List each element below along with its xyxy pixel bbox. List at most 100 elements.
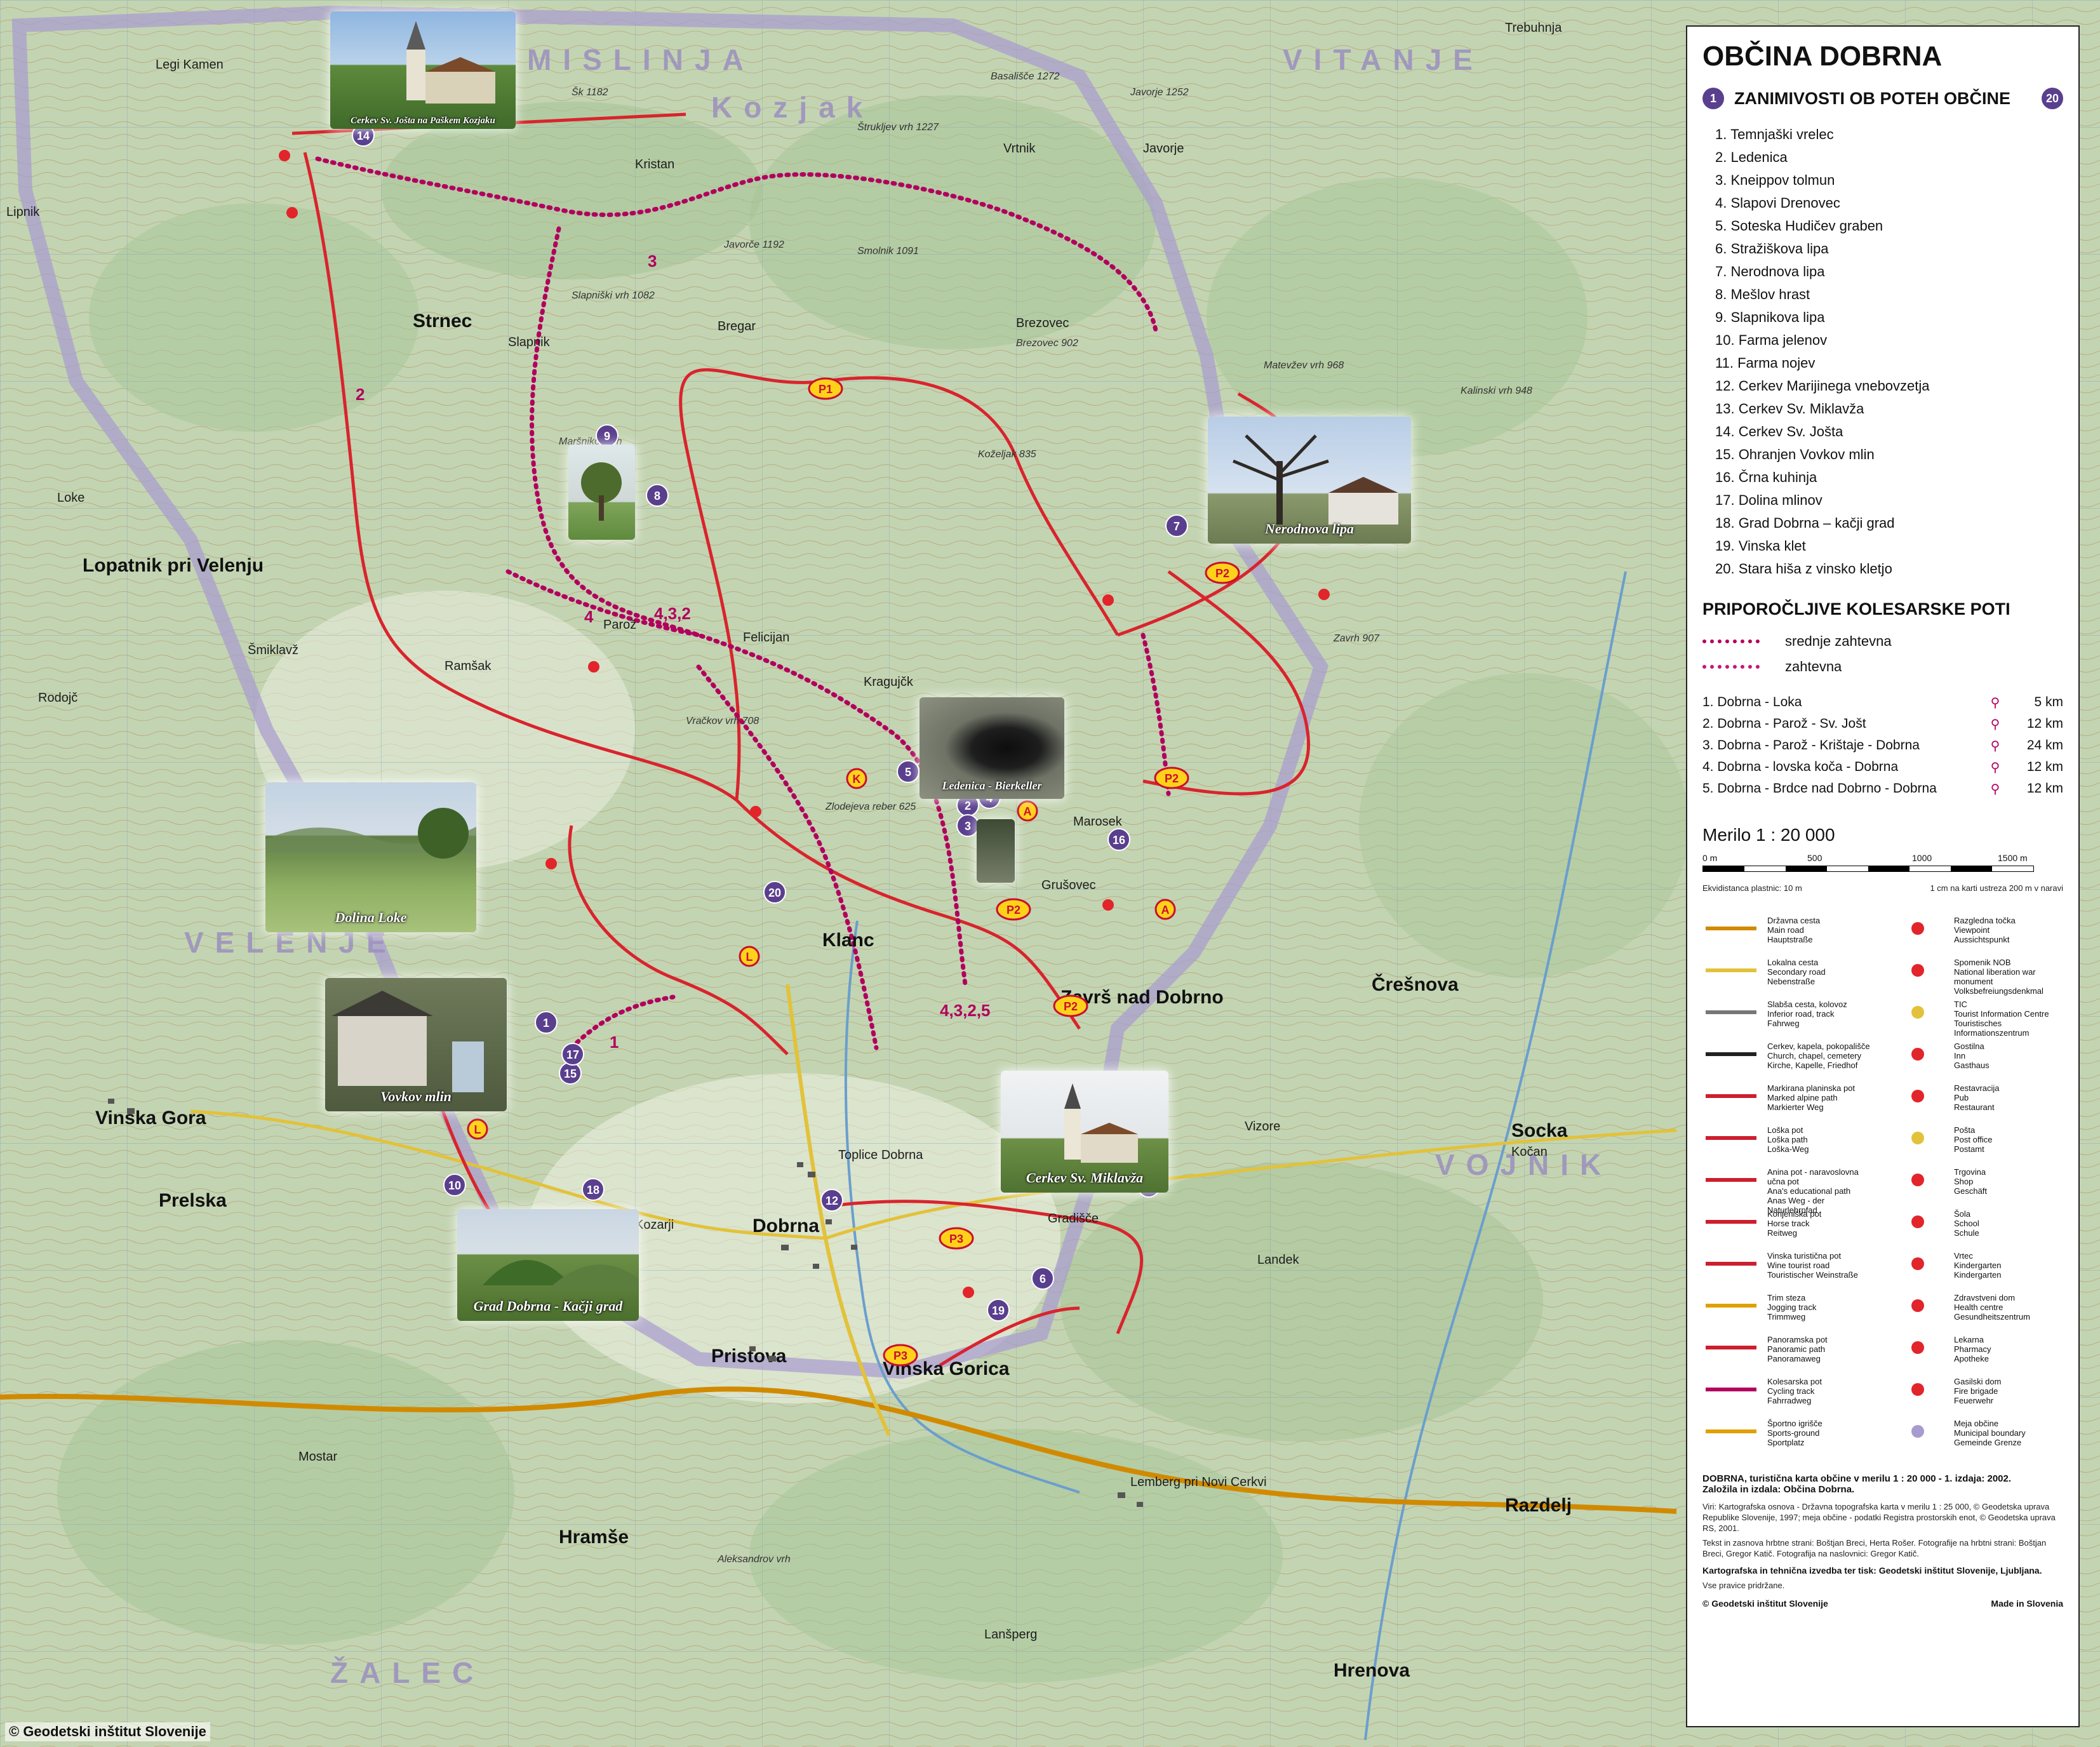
region-label: Kozjak [711,91,874,124]
region-label: ŽALEC [330,1656,485,1689]
place-label: Felicijan [743,631,789,645]
trail-marker-label: K [853,773,861,786]
photo-cerkev-sv-josta[interactable]: Cerkev Sv. Jošta na Paškem Kozjaku [330,11,516,129]
place-label: Kragujčk [864,675,914,689]
footer-rights: Vse pravice pridržane. [1702,1581,1785,1590]
poi-number: 19 [992,1304,1005,1317]
trail-marker-label: P1 [819,383,833,396]
legend-symbol-icon [1702,1041,1760,1067]
place-label: Bregar [718,319,756,333]
photo-dolina-loke[interactable]: Dolina Loke [265,782,476,932]
peak-label: Zavrh 907 [1333,633,1380,644]
peak-label: Zlodejeva reber 625 [825,801,916,812]
viewpoint-icon [588,661,599,673]
region-label: VITANJE [1283,43,1484,76]
place-label: Trebuhnja [1505,21,1562,35]
photo-grad-dobrna[interactable]: Grad Dobrna - Kačji grad [457,1209,639,1321]
photo-cerkev-sv-miklavza[interactable]: Cerkev Sv. Miklavža [1001,1071,1168,1193]
poi-marker-16[interactable]: 16 [1107,828,1130,851]
poi-marker-17[interactable]: 17 [561,1043,584,1066]
trail-marker-k[interactable]: K [846,768,867,789]
poi-marker-5[interactable]: 5 [897,760,920,783]
photo-meslov-hrast[interactable] [568,445,635,540]
legend-symbol-label: Slabša cesta, kolovoz Inferior road, tra… [1767,1000,1847,1028]
place-label: Kočan [1511,1145,1548,1159]
poi-number: 10 [448,1179,461,1192]
poi-marker-8[interactable]: 8 [646,484,669,507]
photo-nerodnova-lipa[interactable]: Nerodnova lipa [1208,417,1411,544]
photo-caption: Vovkov mlin [380,1088,451,1104]
trail-marker-a[interactable]: A [1017,800,1038,822]
poi-marker-15[interactable]: 15 [559,1062,582,1085]
trail-marker-p2[interactable]: P2 [1053,994,1088,1017]
legend-symbol-label: Anina pot - naravoslovna učna pot Ana's … [1767,1167,1859,1215]
place-label: Marosek [1073,815,1123,829]
place-label: Vinska Gora [95,1108,206,1128]
trail-marker-a[interactable]: A [1154,899,1176,920]
legend-symbol-row: Cerkev, kapela, pokopališče Church, chap… [1702,1041,1876,1083]
legend-symbol-icon [1702,1335,1760,1360]
legend-symbol-row: Vinska turistična pot Wine tourist road … [1702,1251,1876,1293]
poi-item: 16. Črna kuhinja [1715,469,1817,485]
footer-sources: Viri: Kartografska osnova - Državna topo… [1702,1502,2056,1533]
legend-symbol-icon [1889,958,1946,983]
legend-symbol-row: Gasilski dom Fire brigade Feuerwehr [1889,1377,2063,1419]
legend-symbol-label: Restavracija Pub Restaurant [1954,1083,2000,1112]
poi-marker-7[interactable]: 7 [1165,514,1188,537]
poi-marker-1[interactable]: 1 [535,1011,558,1034]
poi-marker-9[interactable]: 9 [596,424,619,447]
poi-marker-18[interactable]: 18 [582,1178,605,1201]
legend-footer: DOBRNA, turistična karta občine v merilu… [1702,1473,2063,1609]
legend-symbol-row: Anina pot - naravoslovna učna pot Ana's … [1702,1167,1876,1215]
legend-symbol-row: Slabša cesta, kolovoz Inferior road, tra… [1702,1000,1876,1041]
footer-bottom: © Geodetski inštitut Slovenije Made in S… [1702,1598,2063,1609]
legend-symbol-icon [1889,1125,1946,1151]
trail-marker-p3[interactable]: P3 [883,1344,918,1367]
route-length: 12 km [2026,781,2063,796]
scale-bar-graphic [1702,866,2034,872]
trail-marker-p2[interactable]: P2 [1154,766,1189,789]
trail-marker-p1[interactable]: P1 [808,377,843,400]
region-label: MISLINJA [527,43,755,76]
route-name: 5. Dobrna - Brdce nad Dobrno - Dobrna [1702,781,1937,796]
trail-marker-l[interactable]: L [467,1118,488,1140]
legend-symbol-row: Vrtec Kindergarten Kindergarten [1889,1251,2063,1293]
trail-marker-l[interactable]: L [739,946,760,967]
poi-item: 17. Dolina mlinov [1715,492,1822,508]
poi-marker-12[interactable]: 12 [820,1189,843,1212]
poi-marker-6[interactable]: 6 [1031,1267,1054,1290]
legend-symbol-row: TIC Tourist Information Centre Touristis… [1889,1000,2063,1041]
poi-item: 8. Mešlov hrast [1715,286,1810,302]
place-label: Vrtnik [1003,142,1036,156]
photo-ledenica[interactable]: Ledenica - Bierkeller [920,697,1064,799]
legend-symbol-icon [1889,1167,1946,1193]
place-label: Razdelj [1505,1495,1572,1516]
place-label: Dobrna [752,1215,819,1236]
place-label: Hrenova [1334,1660,1410,1681]
legend-symbol-label: Meja občine Municipal boundary Gemeinde … [1954,1419,2026,1447]
poi-number: 14 [357,130,370,142]
legend-symbol-label: Državna cesta Main road Hauptstraße [1767,916,1821,944]
trail-marker-p3[interactable]: P3 [939,1227,974,1250]
cycling-route-label: 4,3,2 [654,604,691,623]
legend-symbol-icon [1702,1251,1760,1276]
poi-item: 12. Cerkev Marijinega vnebovzetja [1715,378,1930,394]
poi-marker-20[interactable]: 20 [763,881,786,904]
church-illustration [406,21,495,104]
route-row: 1. Dobrna - Loka ⚲ 5 km [1702,692,2063,713]
scale-tick: 1500 m [1998,853,2028,863]
poi-marker-3[interactable]: 3 [956,814,979,837]
footer-title: DOBRNA, turistična karta občine v merilu… [1702,1473,2012,1484]
poi-marker-19[interactable]: 19 [987,1299,1010,1322]
bicycle-icon: ⚲ [1990,782,2000,796]
cycling-route-label: 4,3,2,5 [940,1001,991,1020]
photo-kneippov-tolmun[interactable] [977,819,1015,883]
bike-heading: PRIPOROČLJIVE KOLESARSKE POTI [1702,599,2063,619]
photo-vovkov-mlin[interactable]: Vovkov mlin [325,978,507,1111]
trail-marker-p2[interactable]: P2 [1205,561,1240,584]
trail-marker-label: P2 [1007,904,1020,916]
trail-marker-p2[interactable]: P2 [996,898,1031,921]
trail-marker-label: L [746,951,753,963]
legend-symbol-row: Spomenik NOB National liberation war mon… [1889,958,2063,1000]
poi-marker-10[interactable]: 10 [443,1174,466,1196]
